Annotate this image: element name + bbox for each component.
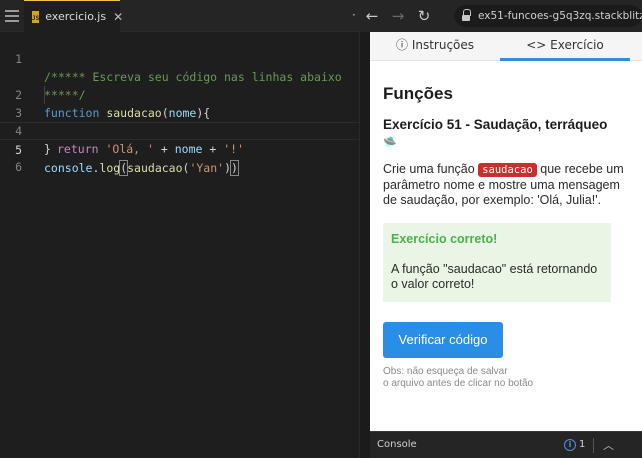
divider — [593, 438, 594, 453]
forward-arrow-icon[interactable]: → — [388, 6, 408, 26]
reload-icon[interactable]: ↻ — [414, 6, 434, 26]
function-name: saudacao — [127, 161, 183, 175]
exercise-content: Funções Exercício 51 - Saudação, terráqu… — [383, 84, 629, 390]
success-box: Exercício correto! A função "saudacao" e… — [383, 223, 611, 302]
preview-tabs: ⓘ Instruções <> Exercício — [370, 32, 642, 61]
url-text: ex51-funcoes-g5q3zq.stackblitz.io — [478, 10, 642, 22]
ufo-icon: 🛸 — [383, 137, 397, 149]
code-area[interactable]: 1 /***** Escreva seu código nas linhas a… — [0, 32, 360, 458]
lock-icon — [462, 8, 471, 21]
info-icon: i — [564, 439, 576, 451]
javascript-file-icon: JS — [32, 10, 40, 23]
save-note: Obs: não esqueça de salvar o arquivo ant… — [383, 366, 534, 389]
string: 'Yan' — [189, 161, 225, 175]
tab-filename: exercicio.js — [45, 10, 107, 23]
code-line-current: 5 console.log(saudacao('Yan')) — [0, 122, 360, 176]
tab-label: Instruções — [411, 38, 475, 52]
info-icon: ⓘ — [395, 38, 408, 52]
tab-instrucoes[interactable]: ⓘ Instruções — [370, 32, 500, 61]
success-title: Exercício correto! — [391, 232, 498, 246]
bracket-match: ) — [230, 160, 239, 176]
console-label: Console — [377, 439, 417, 450]
verify-code-button[interactable]: Verificar código — [383, 322, 503, 358]
editor-tabbar: JS exercicio.js ✕ — [0, 0, 360, 32]
success-message: A função "saudacao" está retornando o va… — [391, 262, 598, 291]
line-number: 6 — [15, 160, 22, 174]
console-bar[interactable]: Console i 1 ︿ — [370, 431, 642, 458]
code-editor: JS exercicio.js ✕ 1 /***** Escreva seu c… — [0, 0, 360, 458]
back-arrow-icon[interactable]: ← — [362, 6, 382, 26]
code-icon: <> — [526, 38, 547, 52]
chevron-up-icon[interactable]: ︿ — [603, 437, 614, 453]
exercise-description: Crie uma função saudacao que recebe um p… — [383, 162, 624, 207]
preview-pane: ← → ↻ ex51-funcoes-g5q3zq.stackblitz.io … — [358, 0, 642, 458]
tab-exercicio-js[interactable]: JS exercicio.js ✕ — [24, 0, 123, 32]
identifier: console — [44, 161, 93, 175]
menu-icon[interactable] — [0, 0, 24, 32]
console-message-count: 1 — [579, 439, 586, 450]
url-bar[interactable]: ex51-funcoes-g5q3zq.stackblitz.io — [454, 5, 642, 27]
function-name: log — [99, 161, 121, 175]
punctuation: ) — [224, 161, 232, 175]
code-line: 6 — [0, 140, 360, 174]
code-line: *****/ — [0, 50, 360, 102]
code-line: 1 /***** Escreva seu código nas linhas a… — [0, 32, 360, 84]
tab-exercicio[interactable]: <> Exercício — [500, 32, 630, 61]
code-line: 3 return 'Olá, ' + nome + '!' — [0, 86, 360, 156]
pane-divider[interactable] — [359, 0, 370, 458]
close-tab-icon[interactable]: ✕ — [113, 10, 123, 24]
exercise-title: Exercício 51 - Saudação, terráqueo 🛸 — [383, 116, 629, 152]
tab-label: Exercício — [550, 38, 604, 52]
inline-code: saudacao — [478, 163, 537, 177]
code-line: 4 } — [0, 104, 360, 156]
text-cursor — [237, 162, 239, 175]
page-title: Funções — [383, 84, 453, 103]
browser-navbar: ← → ↻ ex51-funcoes-g5q3zq.stackblitz.io — [358, 0, 642, 32]
indent-guide — [44, 86, 45, 104]
code-line: 2 function saudacao(nome){ — [0, 68, 360, 120]
